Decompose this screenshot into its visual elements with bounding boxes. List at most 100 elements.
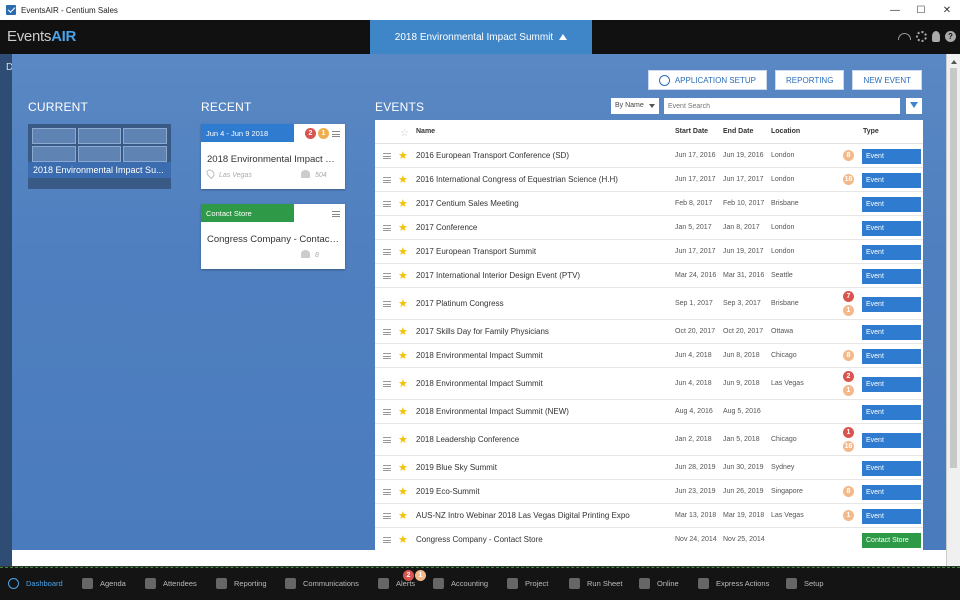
event-type-badge[interactable]: Event [862, 149, 921, 164]
event-type-badge[interactable]: Event [862, 433, 921, 448]
favorite-star-icon[interactable]: ★ [398, 173, 408, 186]
event-type-badge[interactable]: Event [862, 221, 921, 236]
nav-communications[interactable]: Communications [285, 578, 359, 589]
nav-dashboard[interactable]: Dashboard [8, 578, 63, 589]
current-event-card[interactable]: 2018 Environmental Impact Su... [28, 124, 171, 189]
event-name[interactable]: 2016 International Congress of Equestria… [416, 175, 618, 184]
table-row[interactable]: ★ 2018 Environmental Impact Summit Jun 4, … [375, 344, 923, 368]
drag-handle-icon[interactable] [383, 177, 391, 183]
event-name[interactable]: 2017 Skills Day for Family Physicians [416, 327, 549, 336]
event-type-badge[interactable]: Event [862, 377, 921, 392]
scroll-thumb[interactable] [950, 68, 957, 468]
favorite-star-icon[interactable]: ★ [398, 349, 408, 362]
event-type-badge[interactable]: Event [862, 405, 921, 420]
event-name[interactable]: 2018 Environmental Impact Summit (NEW) [416, 407, 569, 416]
event-name[interactable]: AUS-NZ Intro Webinar 2018 Las Vegas Digi… [416, 511, 630, 520]
help-icon[interactable]: ? [945, 31, 956, 42]
table-row[interactable]: ★ 2017 Skills Day for Family Physicians Oc… [375, 320, 923, 344]
maximize-button[interactable]: ☐ [908, 0, 934, 20]
table-row[interactable]: ★ 2017 European Transport Summit Jun 17, 2… [375, 240, 923, 264]
nav-online[interactable]: Online [639, 578, 679, 589]
favorite-star-icon[interactable]: ★ [398, 377, 408, 390]
nav-reporting[interactable]: Reporting [216, 578, 267, 589]
drag-handle-icon[interactable] [383, 329, 391, 335]
scroll-up-icon[interactable] [951, 60, 957, 64]
event-name[interactable]: 2018 Environmental Impact Summit [416, 379, 543, 388]
recent-event-card[interactable]: Jun 4 - Jun 9 2018 2 1 2018 Environmenta… [201, 124, 345, 189]
table-row[interactable]: ★ 2018 Environmental Impact Summit Jun 4, … [375, 368, 923, 400]
drag-handle-icon[interactable] [383, 225, 391, 231]
event-name[interactable]: 2017 International Interior Design Event… [416, 271, 580, 280]
drag-handle-icon[interactable] [383, 437, 391, 443]
menu-icon[interactable] [332, 131, 340, 137]
info-badge[interactable]: 8 [843, 150, 854, 161]
event-type-badge[interactable]: Event [862, 297, 921, 312]
nav-project[interactable]: Project [507, 578, 548, 589]
col-location[interactable]: Location [771, 128, 800, 135]
favorite-star-icon[interactable]: ★ [398, 197, 408, 210]
event-name[interactable]: 2017 Platinum Congress [416, 299, 504, 308]
table-row[interactable]: ★ 2018 Environmental Impact Summit (NEW) A… [375, 400, 923, 424]
table-row[interactable]: ★ 2017 Conference Jan 5, 2017 Jan 8, 2017 Lo… [375, 216, 923, 240]
user-icon[interactable] [932, 31, 940, 42]
favorite-star-icon[interactable]: ★ [398, 461, 408, 474]
nav-setup[interactable]: Setup [786, 578, 824, 589]
event-type-badge[interactable]: Event [862, 173, 921, 188]
drag-handle-icon[interactable] [383, 537, 391, 543]
event-name[interactable]: 2018 Leadership Conference [416, 435, 519, 444]
event-type-badge[interactable]: Event [862, 461, 921, 476]
favorite-star-icon[interactable]: ★ [398, 325, 408, 338]
new-event-button[interactable]: NEW EVENT [852, 70, 922, 90]
nav-agenda[interactable]: Agenda [82, 578, 126, 589]
event-search-input[interactable] [664, 98, 900, 114]
favorite-star-icon[interactable]: ★ [398, 509, 408, 522]
info-badge[interactable]: 1 [843, 385, 854, 396]
drag-handle-icon[interactable] [383, 409, 391, 415]
drag-handle-icon[interactable] [383, 249, 391, 255]
event-type-badge[interactable]: Event [862, 509, 921, 524]
event-type-badge[interactable]: Event [862, 485, 921, 500]
close-button[interactable]: ✕ [934, 0, 960, 20]
table-row[interactable]: ★ 2017 Platinum Congress Sep 1, 2017 Sep 3,… [375, 288, 923, 320]
event-type-badge[interactable]: Contact Store [862, 533, 921, 548]
favorite-star-icon[interactable]: ★ [398, 533, 408, 546]
eventsair-logo[interactable]: EventsAIR [7, 28, 76, 45]
filter-icon[interactable] [906, 98, 922, 114]
event-name[interactable]: 2019 Blue Sky Summit [416, 463, 497, 472]
event-type-badge[interactable]: Event [862, 349, 921, 364]
drag-handle-icon[interactable] [383, 513, 391, 519]
col-name[interactable]: Name [416, 128, 435, 135]
drag-handle-icon[interactable] [383, 153, 391, 159]
gear-icon[interactable] [916, 31, 927, 42]
info-badge[interactable]: 8 [843, 486, 854, 497]
gauge-icon[interactable] [898, 33, 911, 40]
favorite-star-icon[interactable]: ★ [398, 149, 408, 162]
event-name[interactable]: Congress Company - Contact Store [416, 535, 543, 544]
event-type-badge[interactable]: Event [862, 197, 921, 212]
drag-handle-icon[interactable] [383, 353, 391, 359]
table-row[interactable]: ★ 2016 International Congress of Equestri… [375, 168, 923, 192]
table-row[interactable]: ★ 2018 Leadership Conference Jan 2, 2018 Ja… [375, 424, 923, 456]
info-badge[interactable]: 8 [843, 350, 854, 361]
drag-handle-icon[interactable] [383, 381, 391, 387]
star-outline-icon[interactable]: ☆ [400, 128, 409, 139]
favorite-star-icon[interactable]: ★ [398, 269, 408, 282]
event-name[interactable]: 2018 Environmental Impact Summit [416, 351, 543, 360]
drag-handle-icon[interactable] [383, 465, 391, 471]
sort-dropdown[interactable]: By Name [611, 98, 659, 114]
nav-accounting[interactable]: Accounting [433, 578, 488, 589]
table-row[interactable]: ★ 2019 Blue Sky Summit Jun 28, 2019 Jun 30,… [375, 456, 923, 480]
nav-express-actions[interactable]: Express Actions [698, 578, 769, 589]
col-start-date[interactable]: Start Date [675, 128, 708, 135]
table-row[interactable]: ★ Congress Company - Contact Store Nov 24,… [375, 528, 923, 550]
alert-badge[interactable]: 7 [843, 291, 854, 302]
drag-handle-icon[interactable] [383, 201, 391, 207]
col-type[interactable]: Type [863, 128, 879, 135]
info-badge[interactable]: 16 [843, 174, 854, 185]
menu-icon[interactable] [332, 211, 340, 217]
event-name[interactable]: 2016 European Transport Conference (SD) [416, 151, 569, 160]
info-badge[interactable]: 1 [843, 510, 854, 521]
table-row[interactable]: ★ 2017 Centium Sales Meeting Feb 8, 2017 Fe… [375, 192, 923, 216]
reporting-button[interactable]: REPORTING [775, 70, 845, 90]
alert-badge[interactable]: 1 [843, 427, 854, 438]
